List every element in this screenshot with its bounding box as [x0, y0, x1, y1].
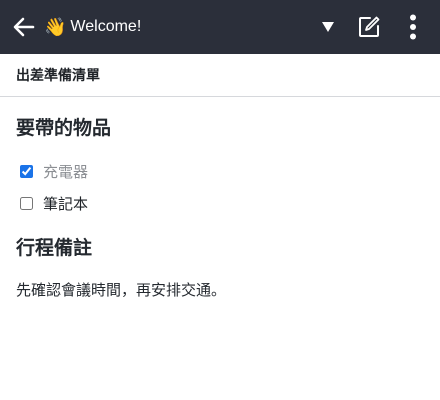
items-heading: 要帶的物品 — [16, 117, 112, 139]
checklist-checkbox[interactable] — [20, 196, 33, 210]
app-bar: 👋 Welcome! — [0, 0, 440, 54]
dropdown-triangle-icon[interactable] — [318, 22, 338, 32]
document-title: 出差準備清單 — [16, 68, 100, 84]
checklist-item-label: 筆記本 — [43, 194, 89, 213]
note-content: 要帶的物品 充電器 筆記本 行程備註 先確認會議時間，再安排交通。 — [0, 97, 440, 300]
document-title-bar: 出差準備清單 — [0, 54, 440, 97]
checklist-item: 筆記本 — [16, 187, 424, 219]
checklist-checkbox[interactable] — [20, 164, 33, 178]
notes-text: 先確認會議時間，再安排交通。 — [16, 281, 227, 299]
checklist-item: 充電器 — [16, 155, 424, 187]
waving-hand-icon: 👋 — [44, 17, 67, 37]
app-title: 👋 Welcome! — [44, 18, 141, 36]
app-bar-actions — [318, 0, 440, 54]
notes-heading: 行程備註 — [16, 237, 93, 259]
checklist-item-label: 充電器 — [43, 162, 89, 181]
more-vertical-icon[interactable] — [398, 14, 428, 40]
edit-note-icon[interactable] — [354, 15, 384, 39]
checklist: 充電器 筆記本 — [16, 155, 424, 219]
back-arrow-icon[interactable] — [12, 15, 36, 39]
app-title-text: Welcome! — [70, 18, 142, 35]
